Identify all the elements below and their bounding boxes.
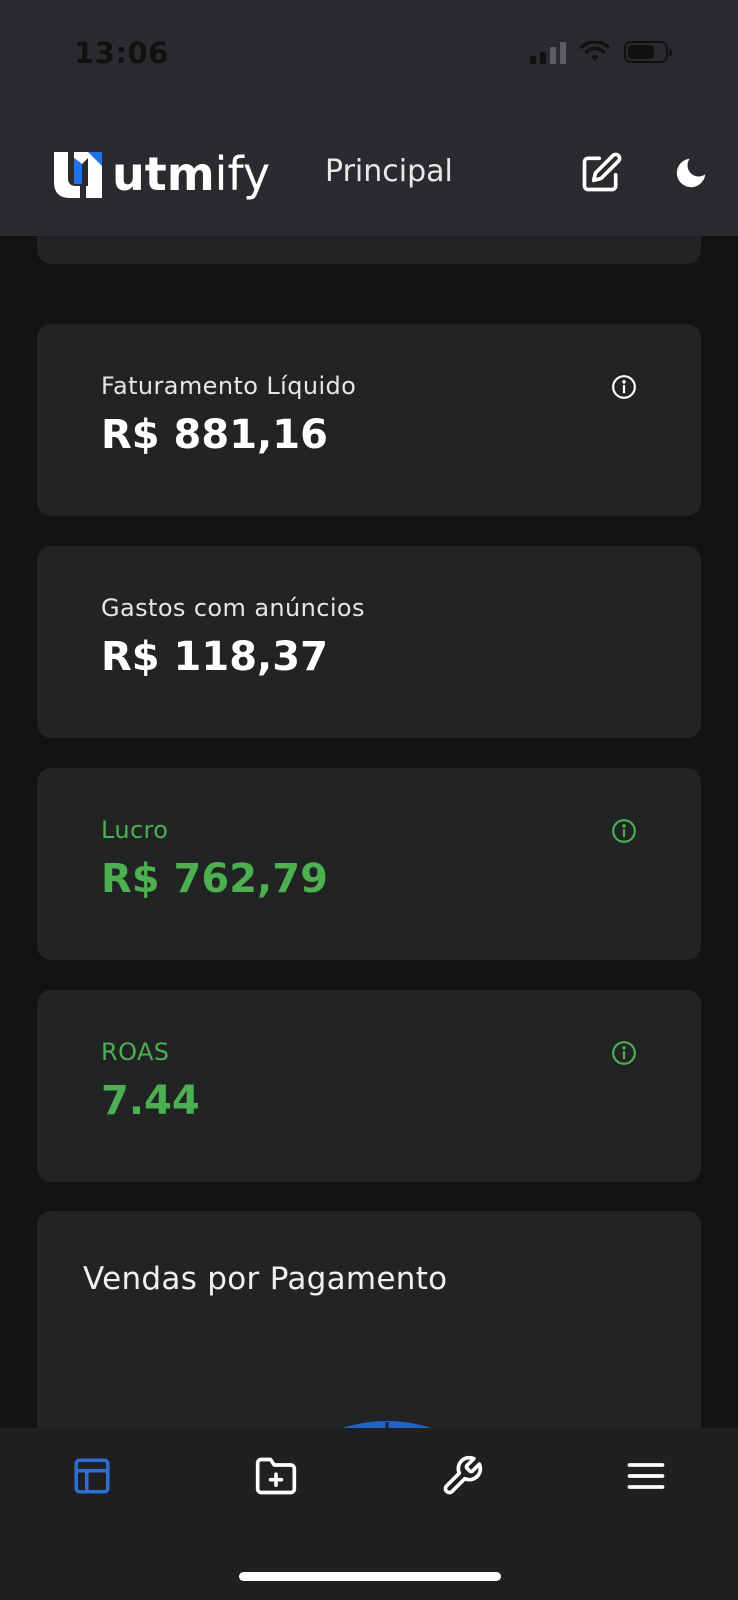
- utmify-logo-mark-icon: [54, 152, 102, 198]
- tab-menu[interactable]: [622, 1452, 670, 1500]
- logo-wordmark: utmify: [112, 147, 271, 201]
- status-time: 13:06: [74, 36, 169, 70]
- edit-icon: [582, 152, 622, 192]
- sales-by-payment-title: Vendas por Pagamento: [83, 1261, 448, 1297]
- roas-label: ROAS: [101, 1038, 170, 1066]
- home-indicator[interactable]: [239, 1572, 501, 1581]
- app-header: utmify Principal: [0, 130, 738, 220]
- tab-dashboard[interactable]: [68, 1452, 116, 1500]
- profit-label: Lucro: [101, 816, 169, 844]
- dashboard-icon: [74, 1458, 110, 1494]
- folder-plus-icon: [255, 1457, 297, 1495]
- page-title: Principal: [325, 154, 453, 189]
- ad-spend-value: R$ 118,37: [101, 634, 328, 680]
- wrench-icon: [443, 1455, 483, 1495]
- info-icon[interactable]: [611, 818, 637, 844]
- ad-spend-card: Gastos com anúncios R$ 118,37: [37, 546, 701, 738]
- bottom-nav: [0, 1428, 738, 1600]
- cellular-signal-icon: [530, 40, 566, 64]
- wifi-icon: [580, 41, 610, 61]
- menu-icon: [627, 1463, 665, 1489]
- edit-button[interactable]: [578, 150, 624, 196]
- ad-spend-label: Gastos com anúncios: [101, 594, 365, 622]
- net-revenue-label: Faturamento Líquido: [101, 372, 357, 400]
- tab-new-folder[interactable]: [252, 1452, 300, 1500]
- profit-card: Lucro R$ 762,79: [37, 768, 701, 960]
- utmify-logo[interactable]: utmify: [52, 148, 270, 200]
- info-icon[interactable]: [611, 1040, 637, 1066]
- roas-value: 7.44: [101, 1078, 200, 1124]
- theme-toggle-button[interactable]: [668, 150, 714, 196]
- app-screen: Faturamento Líquido R$ 881,16 Gastos com…: [0, 0, 738, 1600]
- moon-icon: [676, 158, 706, 188]
- top-bar: 13:06 utmify Principal: [0, 0, 738, 236]
- net-revenue-value: R$ 881,16: [101, 412, 328, 458]
- roas-card: ROAS 7.44: [37, 990, 701, 1182]
- net-revenue-card: Faturamento Líquido R$ 881,16: [37, 324, 701, 516]
- battery-icon: [624, 41, 672, 63]
- profit-value: R$ 762,79: [101, 856, 328, 902]
- info-icon[interactable]: [611, 374, 637, 400]
- tab-tools[interactable]: [438, 1452, 486, 1500]
- status-icons: [530, 40, 672, 64]
